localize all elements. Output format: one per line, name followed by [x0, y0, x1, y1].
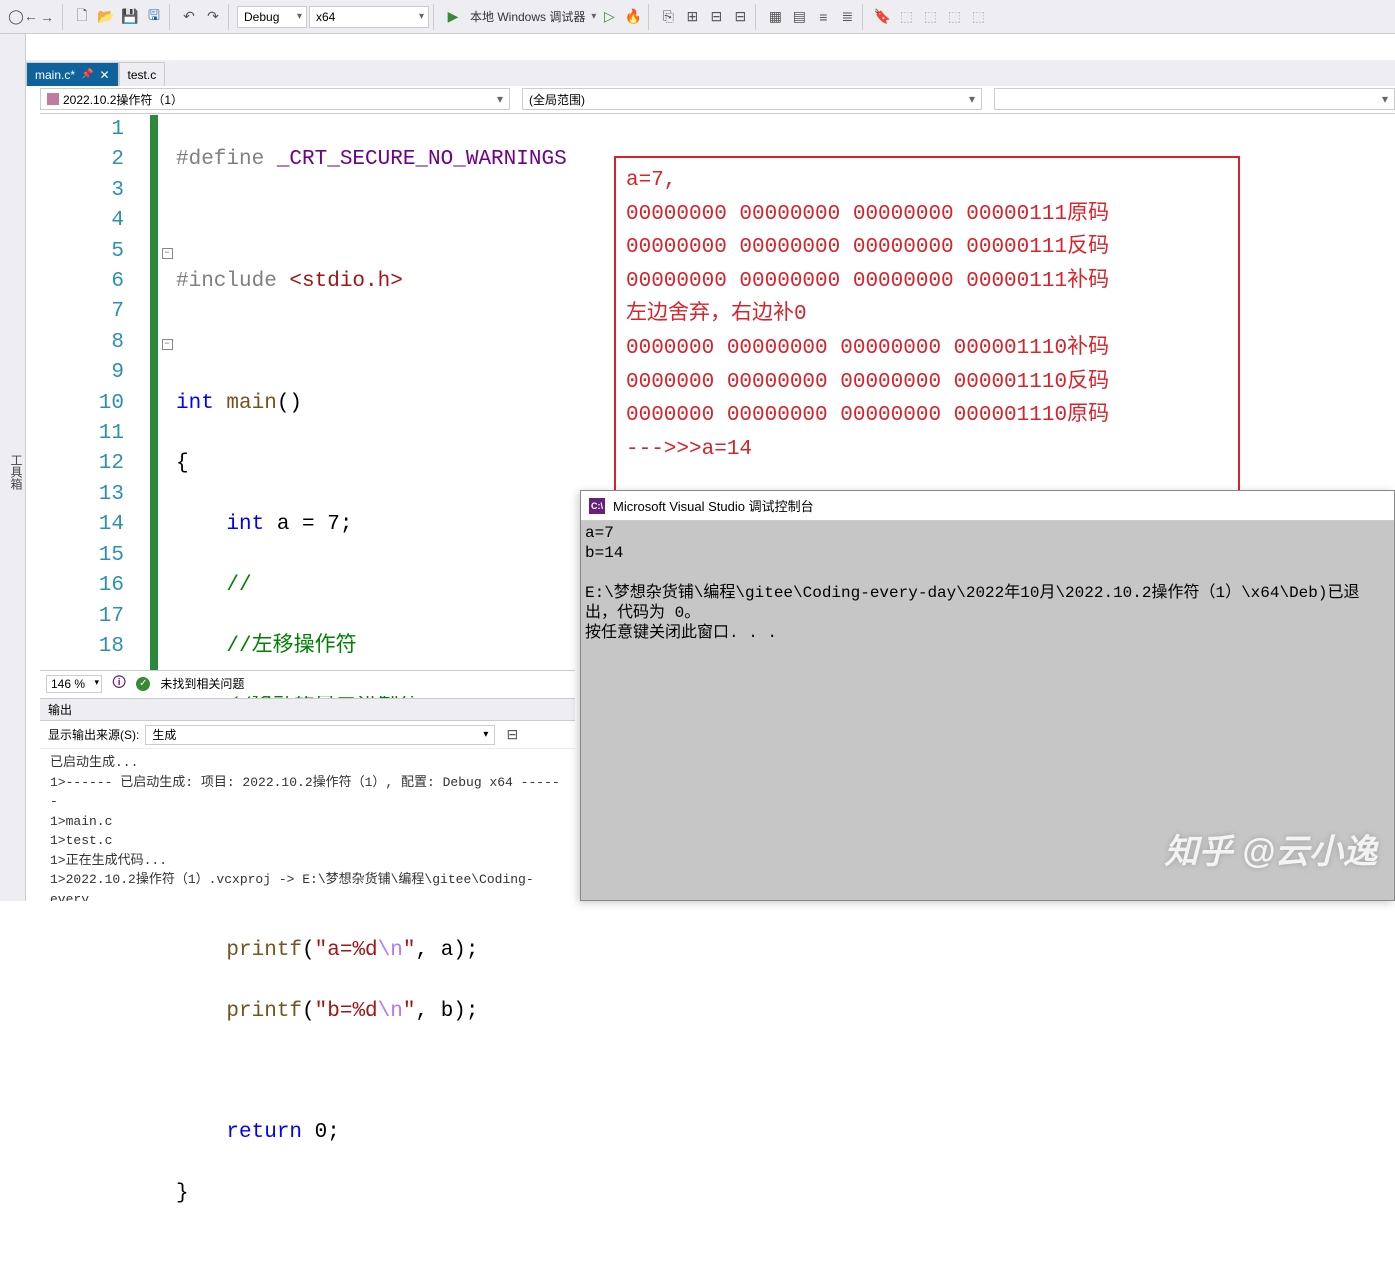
- nav-fwd-icon[interactable]: →: [36, 6, 58, 28]
- tab-main-c[interactable]: main.c* 📌 ✕: [26, 62, 119, 86]
- bm-prev-icon[interactable]: ⬚: [895, 6, 917, 28]
- project-icon: [47, 93, 59, 105]
- editor-tabs: main.c* 📌 ✕ test.c: [26, 60, 1395, 86]
- scope-right-dropdown[interactable]: (全局范围): [522, 88, 982, 110]
- platform-dropdown[interactable]: x64: [309, 6, 429, 28]
- bookmark-icon[interactable]: 🔖: [871, 6, 893, 28]
- hot-reload-icon[interactable]: 🔥: [622, 6, 644, 28]
- close-icon[interactable]: ✕: [99, 68, 109, 82]
- bm-next-icon[interactable]: ⬚: [919, 6, 941, 28]
- uncomment-icon[interactable]: ⊟: [729, 6, 751, 28]
- toolbox-sidebar[interactable]: 工具箱: [0, 34, 26, 901]
- new-item-icon[interactable]: 🗋: [71, 6, 93, 28]
- console-app-icon: C:\: [589, 498, 605, 514]
- zoom-dropdown[interactable]: 146 %: [46, 675, 102, 693]
- nav-back-icon[interactable]: ◯←: [12, 6, 34, 28]
- status-message: 未找到相关问题: [160, 675, 244, 692]
- toolbox-icon[interactable]: ⊞: [681, 6, 703, 28]
- open-folder-icon[interactable]: 📂: [95, 6, 117, 28]
- tab-test-c[interactable]: test.c: [119, 62, 166, 86]
- output-title[interactable]: 输出: [40, 699, 575, 721]
- output-source-label: 显示输出来源(S):: [48, 726, 139, 743]
- save-all-icon[interactable]: 🖫: [143, 6, 165, 28]
- change-indicator: [150, 115, 158, 670]
- bm-clear-icon[interactable]: ⬚: [943, 6, 965, 28]
- pin-icon[interactable]: 📌: [81, 69, 93, 80]
- console-title-text: Microsoft Visual Studio 调试控制台: [613, 496, 814, 515]
- tab-label: test.c: [128, 68, 157, 82]
- comment-icon[interactable]: ⊟: [705, 6, 727, 28]
- code-nav-bar: 2022.10.2操作符（1） (全局范围): [40, 88, 1395, 114]
- intellisense-icon[interactable]: 🛈: [112, 672, 126, 696]
- output-text[interactable]: 已启动生成... 1>------ 已启动生成: 项目: 2022.10.2操作…: [40, 749, 575, 901]
- tool-icon-2[interactable]: ▤: [788, 6, 810, 28]
- output-panel: 输出 显示输出来源(S): 生成 ⊟ 已启动生成... 1>------ 已启动…: [40, 698, 575, 901]
- tab-label: main.c*: [35, 68, 75, 82]
- output-tool-icon[interactable]: ⊟: [501, 724, 523, 746]
- console-output[interactable]: a=7 b=14 E:\梦想杂货铺\编程\gitee\Coding-every-…: [581, 521, 1394, 900]
- bm-list-icon[interactable]: ⬚: [967, 6, 989, 28]
- step-icon[interactable]: ⎘: [657, 6, 679, 28]
- tool-icon-3[interactable]: ≡: [812, 6, 834, 28]
- tool-icon-1[interactable]: ▦: [764, 6, 786, 28]
- tool-icon-4[interactable]: ≣: [836, 6, 858, 28]
- fold-icon[interactable]: −: [162, 339, 173, 350]
- save-icon[interactable]: 💾: [119, 6, 141, 28]
- scope-left-dropdown[interactable]: 2022.10.2操作符（1）: [40, 88, 510, 110]
- redo-icon[interactable]: ↷: [202, 6, 224, 28]
- config-dropdown[interactable]: Debug: [237, 6, 307, 28]
- start-debug-icon[interactable]: ▶: [442, 6, 464, 28]
- undo-icon[interactable]: ↶: [178, 6, 200, 28]
- debugger-label[interactable]: 本地 Windows 调试器: [466, 8, 589, 25]
- line-numbers: 123 456 789 101112 131415 161718: [40, 115, 150, 670]
- annotation-overlay: a=7, 00000000 00000000 00000000 00000111…: [614, 156, 1240, 520]
- output-toolbar: 显示输出来源(S): 生成 ⊟: [40, 721, 575, 749]
- start-nodebug-icon[interactable]: ▷: [598, 6, 620, 28]
- output-source-dropdown[interactable]: 生成: [145, 725, 495, 745]
- fold-gutter: − −: [158, 115, 176, 670]
- debug-console-window: C:\ Microsoft Visual Studio 调试控制台 a=7 b=…: [580, 490, 1395, 901]
- fold-icon[interactable]: −: [162, 248, 173, 259]
- scope-member-dropdown[interactable]: [994, 88, 1395, 110]
- editor-status-bar: 146 % 🛈 ✓ 未找到相关问题: [40, 670, 575, 696]
- main-toolbar: ◯← → 🗋 📂 💾 🖫 ↶ ↷ Debug x64 ▶ 本地 Windows …: [0, 0, 1395, 34]
- console-titlebar[interactable]: C:\ Microsoft Visual Studio 调试控制台: [581, 491, 1394, 521]
- status-ok-icon: ✓: [136, 677, 150, 691]
